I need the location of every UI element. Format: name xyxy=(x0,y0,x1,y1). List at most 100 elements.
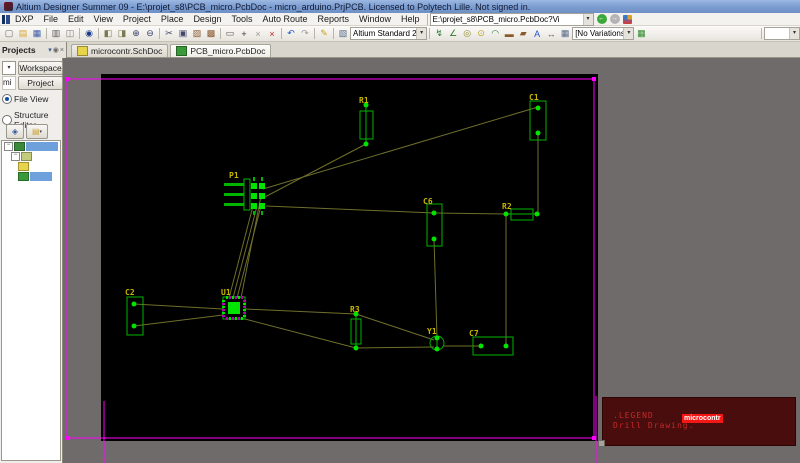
file-view-label: File View xyxy=(14,94,48,104)
fit-board-icon[interactable]: ◨ xyxy=(115,27,129,40)
tab-microcontr-schdoc[interactable]: microcontr.SchDoc xyxy=(71,44,168,57)
tab-label: microcontr.SchDoc xyxy=(91,46,162,56)
pcb-doc-icon xyxy=(18,172,29,181)
undo-icon[interactable]: ↶ xyxy=(284,27,298,40)
chevron-down-icon[interactable]: ▾ xyxy=(789,28,799,39)
redo-icon[interactable]: ↷ xyxy=(298,27,312,40)
workspace-combo[interactable]: ▾ xyxy=(2,61,16,75)
component-label-C7: C7 xyxy=(469,329,479,338)
menu-project[interactable]: Project xyxy=(118,14,156,24)
browse-components-icon[interactable]: ▧ xyxy=(336,27,350,40)
print-icon[interactable]: ▥ xyxy=(49,27,63,40)
tab-pcb_micro-pcbdoc[interactable]: PCB_micro.PcbDoc xyxy=(170,44,271,57)
main-area: ▾ Workspace mi Project File View Structu… xyxy=(0,58,800,463)
forward-navigation-icon[interactable]: → xyxy=(610,14,620,24)
paste-array-icon[interactable]: ▩ xyxy=(204,27,218,40)
place-array-icon[interactable]: ▦ xyxy=(558,27,572,40)
plugins-icon[interactable] xyxy=(623,15,632,24)
move-selection-icon[interactable]: + xyxy=(237,27,251,40)
component-label-C1: C1 xyxy=(529,93,539,102)
place-dimension-icon[interactable]: ↔ xyxy=(544,27,558,40)
place-polygon-icon[interactable]: ▰ xyxy=(516,27,530,40)
chevron-down-icon[interactable]: ▾ xyxy=(416,28,426,39)
document-path-combo[interactable]: E:\projet_s8\PCB_micro.PcbDoc?Vi ▾ xyxy=(430,13,594,26)
drill-drawing-window[interactable]: .LEGEND Drill Drawing. microcontr xyxy=(602,397,796,446)
close-icon[interactable]: × xyxy=(60,47,64,54)
tree-item-schematic-doc[interactable] xyxy=(2,161,60,171)
board-area[interactable] xyxy=(101,74,598,441)
component-label-C6: C6 xyxy=(423,197,433,206)
sort-documents-button[interactable]: ◈ xyxy=(6,124,24,139)
menu-view[interactable]: View xyxy=(89,14,118,24)
component-label-P1: P1 xyxy=(229,171,239,180)
project-combo[interactable]: mi xyxy=(2,76,16,90)
document-path-text: E:\projet_s8\PCB_micro.PcbDoc?Vi xyxy=(433,15,583,24)
dxp-icon xyxy=(2,15,10,24)
toolbar-separator xyxy=(429,28,430,39)
menu-design[interactable]: Design xyxy=(188,14,226,24)
tree-item-source-folder[interactable]: − xyxy=(2,151,60,161)
component-label-R1: R1 xyxy=(359,96,369,105)
tree-item-project[interactable]: − xyxy=(2,141,60,151)
chevron-down-icon: ▾ xyxy=(40,129,43,135)
menu-window[interactable]: Window xyxy=(354,14,396,24)
interactive-routing-icon[interactable]: ↯ xyxy=(432,27,446,40)
chevron-down-icon[interactable]: ▾ xyxy=(583,14,593,25)
place-fill-icon[interactable]: ▬ xyxy=(502,27,516,40)
zoom-out-icon[interactable]: ⊖ xyxy=(143,27,157,40)
menu-auto-route[interactable]: Auto Route xyxy=(257,14,312,24)
save-document-icon[interactable]: ▦ xyxy=(30,27,44,40)
place-string-icon[interactable]: A xyxy=(530,27,544,40)
project-button[interactable]: Project xyxy=(18,76,63,90)
open-document-icon[interactable]: ▤ xyxy=(16,27,30,40)
open-project-button[interactable]: ▤▾ xyxy=(26,124,48,139)
quick-filter-combo[interactable]: ▾ xyxy=(764,27,800,40)
zoom-in-icon[interactable]: ⊕ xyxy=(129,27,143,40)
app-icon xyxy=(4,2,13,11)
resize-grip[interactable] xyxy=(598,440,605,447)
place-via-icon[interactable]: ⊙ xyxy=(474,27,488,40)
variant-chip-icon[interactable]: ▦ xyxy=(634,27,648,40)
pin-icon[interactable]: ◉ xyxy=(53,46,59,54)
component-label-U1: U1 xyxy=(221,288,231,297)
menu-reports[interactable]: Reports xyxy=(313,14,355,24)
menu-edit[interactable]: Edit xyxy=(63,14,89,24)
collapse-icon[interactable]: − xyxy=(11,152,20,161)
place-track-icon[interactable]: ∠ xyxy=(446,27,460,40)
toolbar-separator xyxy=(98,28,99,39)
menu-file[interactable]: File xyxy=(39,14,64,24)
place-arc-icon[interactable]: ◠ xyxy=(488,27,502,40)
component-label-Y1: Y1 xyxy=(427,327,437,336)
pcb-editor-canvas[interactable]: R1C1P1C6R2C2U1R3Y1C7 .LEGEND Drill Drawi… xyxy=(63,58,800,463)
view-mode-combo[interactable]: Altium Standard 2D▾ xyxy=(350,27,427,40)
tree-item-pcb-doc[interactable] xyxy=(2,171,60,181)
select-area-icon[interactable]: ▭ xyxy=(223,27,237,40)
cross-probe-icon[interactable]: ✎ xyxy=(317,27,331,40)
toolbar-separator xyxy=(220,28,221,39)
fit-document-icon[interactable]: ◧ xyxy=(101,27,115,40)
print-preview-icon[interactable]: ◫ xyxy=(63,27,77,40)
tab-label: PCB_micro.PcbDoc xyxy=(190,46,265,56)
menu-dxp[interactable]: DXP xyxy=(10,14,39,24)
collapse-icon[interactable]: − xyxy=(4,142,13,151)
variations-combo[interactable]: [No Variations]▾ xyxy=(572,27,634,40)
layer-view-icon[interactable]: ◉ xyxy=(82,27,96,40)
new-document-icon[interactable]: ▢ xyxy=(2,27,16,40)
menu-tools[interactable]: Tools xyxy=(226,14,257,24)
workspace-button[interactable]: Workspace xyxy=(18,61,63,75)
file-view-radio[interactable] xyxy=(2,94,12,104)
clear-filter-icon[interactable]: × xyxy=(265,27,279,40)
chevron-down-icon[interactable]: ▾ xyxy=(623,28,633,39)
panel-menu-icon[interactable]: ▾ xyxy=(48,46,52,54)
deselect-all-icon[interactable]: × xyxy=(251,27,265,40)
selection-highlight xyxy=(26,142,58,151)
cut-icon[interactable]: ✂ xyxy=(162,27,176,40)
toolbar-separator xyxy=(333,28,334,39)
projects-panel-title: Projects xyxy=(2,45,36,55)
paste-icon[interactable]: ▨ xyxy=(190,27,204,40)
copy-icon[interactable]: ▣ xyxy=(176,27,190,40)
place-pad-icon[interactable]: ◎ xyxy=(460,27,474,40)
back-navigation-icon[interactable]: ← xyxy=(597,14,607,24)
menu-help[interactable]: Help xyxy=(396,14,425,24)
menu-place[interactable]: Place xyxy=(156,14,189,24)
